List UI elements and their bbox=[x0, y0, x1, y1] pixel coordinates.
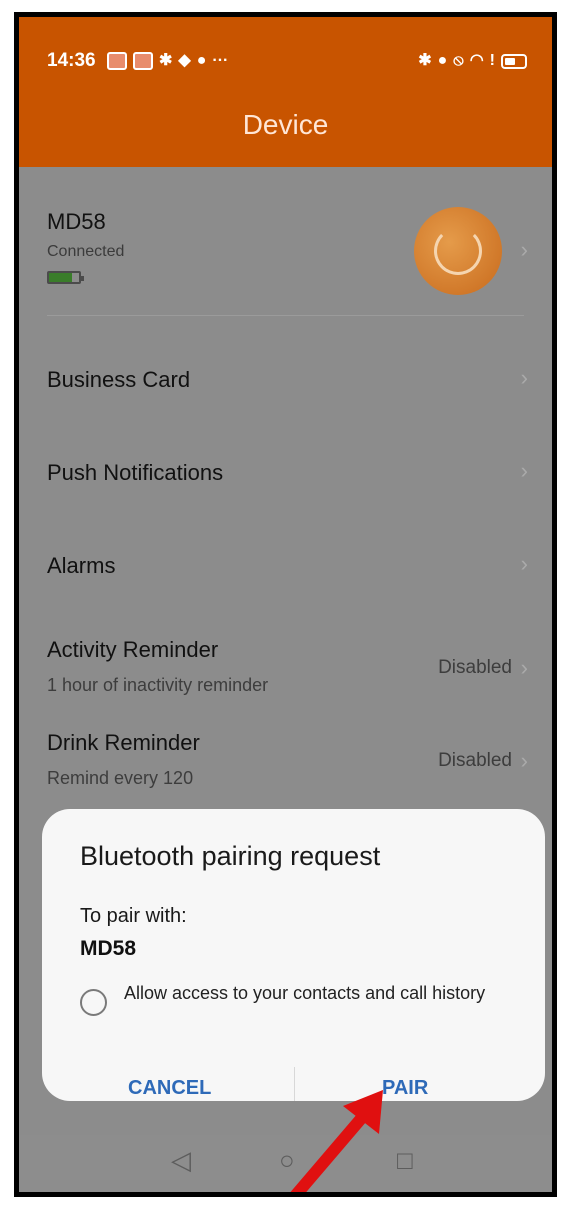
divider bbox=[47, 315, 524, 316]
status-left-icons: ✱ ◆ ● ··· bbox=[107, 50, 228, 72]
menu-item-label: Drink Reminder bbox=[47, 730, 200, 755]
location-icon: ● bbox=[437, 52, 448, 69]
wifi-icon: ◠ bbox=[469, 52, 484, 69]
back-icon[interactable]: ◁ bbox=[171, 1145, 191, 1176]
dialog-title: Bluetooth pairing request bbox=[80, 841, 381, 871]
bluetooth-icon: ✱ bbox=[418, 52, 432, 69]
menu-item-alarms[interactable]: Alarms › bbox=[19, 513, 552, 603]
mute-icon: ⦸ bbox=[453, 52, 464, 69]
dialog-message: To pair with: bbox=[80, 905, 187, 927]
recents-icon[interactable]: □ bbox=[397, 1145, 413, 1176]
status-bar: 14:36 ✱ ◆ ● ··· ✱ ● ⦸ ◠ ! bbox=[47, 50, 527, 80]
app-header: 14:36 ✱ ◆ ● ··· ✱ ● ⦸ ◠ ! Device bbox=[19, 17, 552, 167]
chevron-right-icon: › bbox=[520, 748, 528, 773]
chevron-right-icon: › bbox=[520, 551, 528, 576]
menu-item-label: Business Card bbox=[47, 367, 191, 392]
menu-item-label: Push Notifications bbox=[47, 460, 224, 485]
dialog-device-name: MD58 bbox=[80, 937, 137, 960]
menu-item-activity-reminder[interactable]: Activity Reminder 1 hour of inactivity r… bbox=[19, 597, 552, 695]
menu-item-label: Alarms bbox=[47, 553, 116, 578]
device-status: Connected bbox=[47, 243, 125, 260]
app-notification-icon bbox=[133, 52, 153, 70]
chevron-right-icon: › bbox=[520, 365, 528, 390]
menu-item-sublabel: Remind every 120 bbox=[47, 768, 194, 788]
device-row[interactable]: MD58 Connected › bbox=[19, 167, 552, 315]
chevron-right-icon: › bbox=[520, 458, 528, 483]
menu-item-drink-reminder[interactable]: Drink Reminder Remind every 120 Disabled… bbox=[19, 690, 552, 788]
status-right-icons: ✱ ● ⦸ ◠ ! bbox=[418, 50, 527, 72]
alert-icon: ! bbox=[489, 52, 495, 69]
menu-item-label: Activity Reminder bbox=[47, 637, 219, 662]
menu-item-value: Disabled bbox=[438, 657, 512, 678]
menu-item-value: Disabled bbox=[438, 750, 512, 771]
menu-item-push-notifications[interactable]: Push Notifications › bbox=[19, 420, 552, 510]
cancel-button[interactable]: CANCEL bbox=[128, 1077, 211, 1100]
battery-icon bbox=[501, 53, 527, 69]
app-notification-icon bbox=[107, 52, 127, 70]
more-icon: ··· bbox=[212, 52, 229, 69]
chevron-right-icon: › bbox=[520, 655, 528, 680]
bluetooth-pairing-dialog: Bluetooth pairing request To pair with: … bbox=[42, 809, 545, 1101]
annotation-arrow-icon bbox=[290, 1090, 383, 1192]
contacts-access-label: Allow access to your contacts and call h… bbox=[124, 983, 486, 1003]
bell-icon: ● bbox=[196, 52, 207, 69]
shield-icon: ◆ bbox=[178, 52, 191, 69]
phone-screen: 14:36 ✱ ◆ ● ··· ✱ ● ⦸ ◠ ! Device MD58 Co bbox=[14, 12, 557, 1197]
status-time: 14:36 bbox=[47, 50, 96, 71]
page-title: Device bbox=[242, 109, 329, 140]
chevron-right-icon: › bbox=[520, 237, 528, 262]
device-battery-icon bbox=[47, 271, 84, 284]
device-name: MD58 bbox=[47, 209, 106, 234]
watch-image bbox=[414, 207, 502, 295]
contacts-access-checkbox[interactable] bbox=[80, 989, 107, 1016]
bluetooth-icon: ✱ bbox=[159, 52, 173, 69]
menu-item-business-card[interactable]: Business Card › bbox=[19, 327, 552, 417]
